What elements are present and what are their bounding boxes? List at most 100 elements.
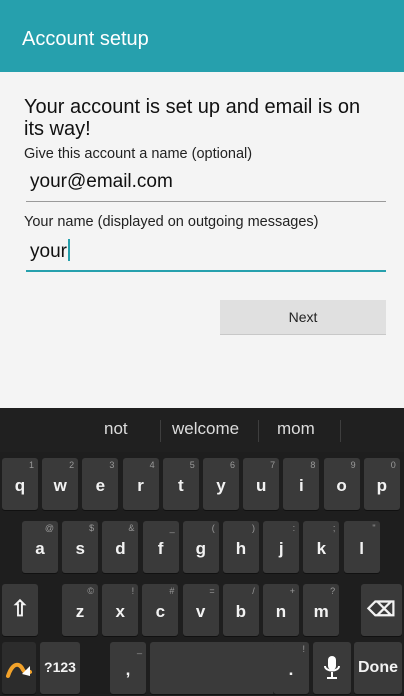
key-hint: @ [44,523,54,533]
key-hint: ? [330,586,336,596]
key-c[interactable]: # c [142,584,179,636]
text-cursor [67,239,70,261]
key-hint: # [169,586,175,596]
key-k[interactable]: ; k [303,521,340,573]
key-label: s [75,539,85,558]
your-name-value: your [30,241,67,262]
key-hint: ; [332,523,336,533]
key-hint: : [292,523,296,533]
symbols-key[interactable]: ?123 [40,642,80,694]
key-hint: 1 [28,460,34,470]
key-t[interactable]: 5t [162,458,199,510]
key-a[interactable]: @ a [22,521,58,573]
key-d[interactable]: & d [102,521,139,573]
key-x[interactable]: ! x [102,584,139,636]
key-y[interactable]: 6y [203,458,239,510]
key-label: i [299,476,304,495]
key-n[interactable]: + n [263,584,299,636]
key-u[interactable]: 7u [243,458,280,510]
key-label: o [336,476,347,495]
your-name-field[interactable]: your [26,236,386,272]
suggestion-2[interactable]: welcome [172,419,239,439]
next-button[interactable]: Next [220,300,386,335]
voice-input-key[interactable] [313,642,351,694]
key-label: f [157,539,164,558]
key-hint: 5 [189,460,195,470]
key-hint: ) [252,523,255,533]
key-label: z [75,602,85,621]
key-label: x [115,602,125,621]
key-label: b [235,602,246,621]
key-g[interactable]: (g [182,521,219,573]
key-hint: = [209,586,215,596]
setup-headline: Your account is set up and email is on i… [24,96,361,140]
account-name-label: Give this account a name (optional) [24,146,253,162]
account-name-field[interactable]: your@email.com [26,169,386,202]
backspace-key[interactable]: ⌫ [361,584,402,636]
key-f[interactable]: _ f [142,521,179,573]
key-label: k [316,539,327,558]
suggestion-divider [258,420,259,442]
key-hint: _ [169,523,175,533]
your-name-label: Your name (displayed on outgoing message… [24,214,319,230]
suggestion-1[interactable]: not [104,419,128,439]
key-label: v [195,602,206,621]
key-hint: 3 [109,460,115,470]
key-hint: + [289,586,295,596]
soft-keyboard: not welcome mom 1 q 2 w 3 e 4 r 5 t 6 y 7 u 8 i 9 o 0 p @ a $ s… [0,408,404,696]
key-hint: 4 [149,460,155,470]
key-l[interactable]: " l [343,521,380,573]
key-hint: © [87,586,94,596]
key-j[interactable]: :j [263,521,300,573]
key-hint: / [252,586,255,596]
shift-key[interactable]: ⇧ [2,584,38,636]
key-s[interactable]: $ s [62,521,99,573]
key-label: d [115,539,126,558]
key-label: t [177,476,184,495]
key-m[interactable]: ? m [303,584,340,636]
key-hint: $ [89,523,95,533]
swype-logo-icon [6,662,32,678]
setup-form: Your account is set up and email is on i… [0,72,404,408]
key-hint: 0 [390,460,396,470]
key-o[interactable]: 9o [323,458,360,510]
key-q[interactable]: 1q [2,458,38,510]
key-e[interactable]: 3e [82,458,119,510]
key-label: n [275,602,287,621]
key-label: h [235,539,247,558]
key-label: u [255,476,267,495]
key-hint: 6 [229,460,235,470]
swype-key[interactable] [2,642,36,694]
key-hint: & [128,523,135,533]
done-key[interactable]: Done [354,642,402,694]
period-key[interactable]: ! . [273,642,309,694]
key-p[interactable]: 0p [363,458,400,510]
account-name-value: your@email.com [30,171,173,192]
key-hint: " [372,523,376,533]
app-bar: Account setup [0,0,404,72]
key-w[interactable]: 2w [42,458,79,510]
key-h[interactable]: ) h [223,521,259,573]
suggestion-divider [160,420,161,442]
key-r[interactable]: 4r [122,458,159,510]
key-z[interactable]: © z [62,584,98,636]
key-label: l [359,539,364,558]
key-i[interactable]: 8i [283,458,320,510]
key-label: a [35,539,45,558]
key-label: p [376,476,387,495]
key-label: q [14,476,26,495]
key-label: r [137,476,144,495]
suggestion-bar: not welcome mom [0,408,404,452]
key-hint: 7 [270,460,276,470]
key-hint: ! [131,586,135,596]
comma-key[interactable]: _ , [110,642,146,694]
key-b[interactable]: / b [222,584,259,636]
key-v[interactable]: = v [182,584,219,636]
key-label: w [53,476,67,495]
suggestion-3[interactable]: mom [277,419,315,439]
shift-icon: ⇧ [10,596,30,621]
microphone-icon [324,656,340,679]
key-hint: ( [211,523,215,533]
key-label: y [216,476,226,495]
key-label: m [313,602,329,621]
